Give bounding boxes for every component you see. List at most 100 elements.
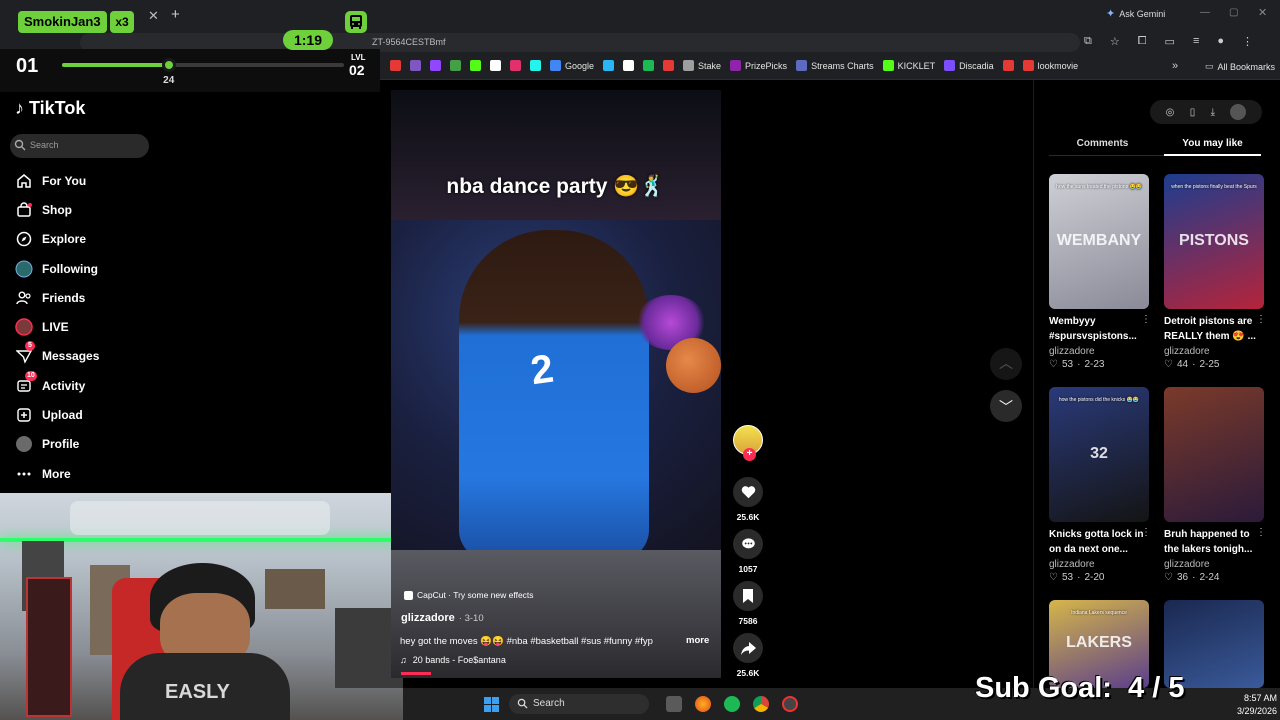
video-author[interactable]: glizzadore	[401, 612, 455, 624]
thumbnail-caption: how the suns treated the pistons 😭😭	[1056, 184, 1142, 190]
bookmark-item[interactable]	[390, 60, 401, 71]
bookmark-item[interactable]	[510, 60, 521, 71]
card-author[interactable]: glizzadore	[1049, 346, 1095, 357]
share-button[interactable]: 25.6K	[733, 633, 763, 678]
bookmark-item[interactable]	[490, 60, 501, 71]
bookmark-item[interactable]	[1002, 60, 1014, 71]
card-menu-icon[interactable]: ⋮	[1141, 314, 1151, 325]
sidebar-item-live[interactable]: LIVE	[15, 316, 69, 338]
video-thumbnail[interactable]: how the suns treated the pistons 😭😭 WEMBA…	[1049, 174, 1149, 309]
video-top-blur	[391, 90, 721, 220]
compass-mini-icon[interactable]: ◎	[1166, 107, 1175, 118]
bookmark-item[interactable]: lookmovie	[1022, 60, 1078, 71]
bookmark-item[interactable]: KICKLET	[882, 60, 935, 71]
like-button[interactable]: 25.6K	[733, 477, 763, 522]
tab-you-may-like[interactable]: You may like	[1164, 138, 1261, 149]
window-close-icon[interactable]: ✕	[1258, 6, 1267, 19]
obs-icon[interactable]	[782, 696, 798, 712]
search-placeholder: Search	[30, 140, 59, 150]
bookmark-item[interactable]: Stake	[683, 60, 721, 71]
ask-gemini-button[interactable]: ✦ Ask Gemini	[1106, 7, 1165, 20]
comment-button[interactable]: 1057	[733, 529, 763, 574]
capcut-icon	[404, 590, 413, 600]
menu-icon[interactable]: ≡	[1193, 35, 1199, 48]
scroll-down-icon[interactable]: ﹀	[990, 390, 1022, 422]
bookmark-item[interactable]	[530, 60, 541, 71]
task-view-icon[interactable]	[666, 696, 682, 712]
card-author[interactable]: glizzadore	[1049, 559, 1095, 570]
save-button[interactable]: 7586	[733, 581, 763, 626]
profile-avatar-icon[interactable]: ●	[1217, 35, 1224, 48]
new-tab-icon[interactable]: +	[171, 6, 180, 23]
bookmark-item[interactable]	[623, 60, 635, 71]
windows-start-icon[interactable]	[484, 697, 499, 712]
search-input[interactable]: Search	[10, 134, 149, 158]
bookmark-item[interactable]	[450, 60, 461, 71]
install-app-icon[interactable]: ⧉	[1084, 35, 1092, 48]
clock-date: 3/29/2026	[1236, 706, 1277, 716]
video-player[interactable]: 2 nba dance party 😎🕺 CapCut · Try some n…	[391, 90, 721, 678]
sidebar-item-friends[interactable]: Friends	[15, 287, 85, 309]
maximize-icon[interactable]: ▢	[1229, 7, 1238, 18]
sidebar-item-for-you[interactable]: For You	[15, 170, 86, 192]
effect-tag[interactable]: CapCut · Try some new effects	[404, 590, 534, 600]
tiktok-logo[interactable]: ♪ TikTok	[15, 98, 85, 119]
bookmark-item[interactable]	[663, 60, 675, 71]
more-bookmarks-icon[interactable]: »	[1172, 60, 1178, 72]
close-tab-icon[interactable]: ✕	[148, 8, 159, 24]
kebab-menu-icon[interactable]: ⋮	[1242, 35, 1253, 48]
all-bookmarks-label: All Bookmarks	[1217, 61, 1276, 72]
sidebar-item-profile[interactable]: Profile	[15, 433, 79, 455]
video-thumbnail[interactable]: how the pistons did the knicks 😭😭 32	[1049, 387, 1149, 522]
chrome-icon[interactable]	[753, 696, 769, 712]
bookmark-item[interactable]	[643, 60, 655, 71]
sidebar-item-upload[interactable]: Upload	[15, 404, 83, 426]
bookmark-item[interactable]	[470, 60, 481, 71]
all-bookmarks-button[interactable]: ▭ All Bookmarks	[1205, 61, 1275, 72]
video-thumbnail[interactable]	[1164, 387, 1264, 522]
device-icon[interactable]: ▯	[1190, 107, 1196, 118]
bookmark-item[interactable]: Google	[550, 60, 594, 71]
card-meta: ♡ 44 · 2-25	[1164, 359, 1219, 370]
card-author[interactable]: glizzadore	[1164, 559, 1210, 570]
card-menu-icon[interactable]: ⋮	[1256, 314, 1266, 325]
more-link[interactable]: more	[686, 635, 709, 646]
taskbar-search[interactable]: Search	[509, 694, 649, 714]
sidebar-item-following[interactable]: Following	[15, 258, 98, 280]
bookmark-item[interactable]: Streams Charts	[796, 60, 874, 71]
bookmark-label: Stake	[698, 60, 722, 71]
sidebar-item-shop[interactable]: Shop	[15, 199, 72, 221]
bookmark-item[interactable]: PrizePicks	[730, 60, 787, 71]
video-progress[interactable]	[401, 672, 431, 675]
card-menu-icon[interactable]: ⋮	[1256, 527, 1266, 538]
bookmark-item[interactable]	[410, 60, 421, 71]
sidebar-item-messages[interactable]: 5 Messages	[15, 341, 99, 367]
minimize-icon[interactable]: —	[1200, 7, 1210, 18]
streamer-name-badge: SmokinJan3	[18, 11, 107, 33]
firefox-icon[interactable]	[695, 696, 711, 712]
tab-comments[interactable]: Comments	[1049, 138, 1156, 149]
author-avatar[interactable]: +	[733, 425, 763, 461]
bookmark-item[interactable]: Discadia	[944, 60, 994, 71]
search-icon	[14, 139, 26, 151]
spotify-icon[interactable]	[724, 696, 740, 712]
extensions-icon[interactable]: ⧠	[1138, 35, 1147, 48]
activity-icon: 10	[15, 371, 37, 395]
download-icon[interactable]: ⤓	[1211, 107, 1215, 118]
sidebar-item-activity[interactable]: 10 Activity	[15, 371, 85, 397]
bookmark-item[interactable]	[430, 60, 441, 71]
bookmark-star-icon[interactable]: ☆	[1110, 35, 1120, 48]
user-avatar[interactable]	[1230, 104, 1247, 120]
video-thumbnail[interactable]: when the pistons finally beat the Spurs P…	[1164, 174, 1264, 309]
scroll-up-icon[interactable]: ︿	[990, 348, 1022, 380]
bookmark-favicon-icon	[410, 60, 421, 71]
card-author[interactable]: glizzadore	[1164, 346, 1210, 357]
music-label[interactable]: 20 bands - Foe$antana	[413, 655, 506, 665]
sidebar-item-more[interactable]: More	[15, 463, 71, 485]
side-panel-icon[interactable]: ▭	[1165, 35, 1175, 48]
follow-plus-icon[interactable]: +	[743, 448, 756, 461]
card-menu-icon[interactable]: ⋮	[1141, 527, 1151, 538]
sidebar-item-explore[interactable]: Explore	[15, 228, 86, 250]
thumbnail-text: PISTONS	[1179, 231, 1249, 249]
bookmark-item[interactable]	[603, 60, 615, 71]
